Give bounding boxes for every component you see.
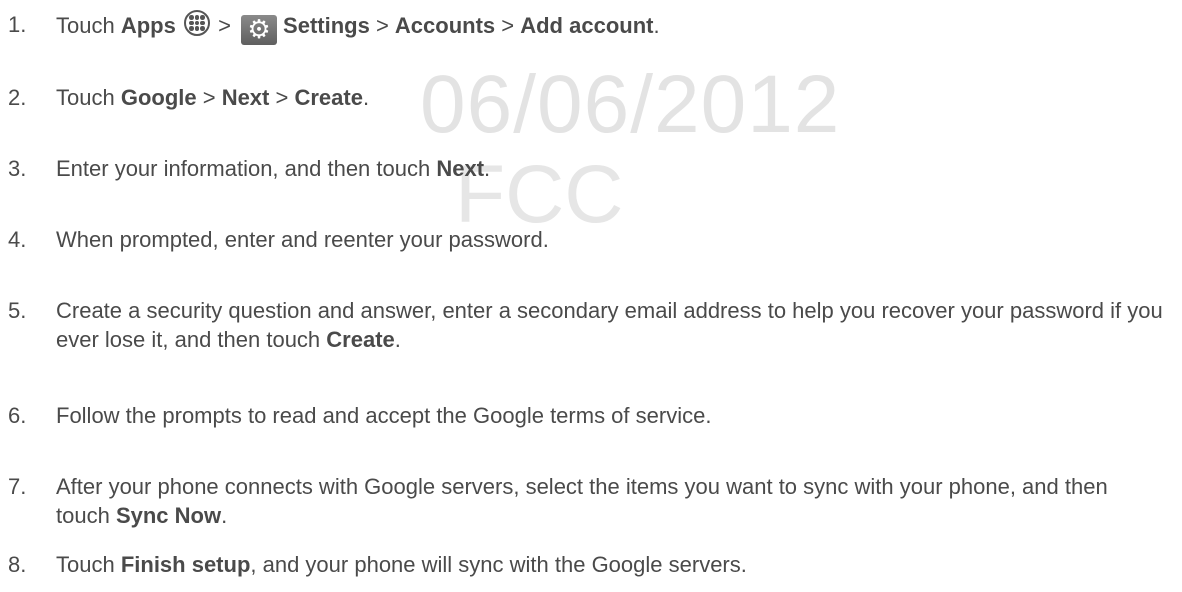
step-number: 4. bbox=[8, 227, 27, 252]
step-text: Follow the prompts to read and accept th… bbox=[56, 403, 712, 428]
add-account-label: Add account bbox=[520, 13, 654, 38]
step-number: 2. bbox=[8, 85, 27, 110]
step-number: 5. bbox=[8, 298, 27, 323]
step-text: After your phone connects with Google se… bbox=[56, 474, 1108, 528]
step-number: 1. bbox=[8, 12, 27, 37]
step-number: 6. bbox=[8, 403, 27, 428]
step-text: Touch Google > Next > Create. bbox=[56, 85, 370, 110]
step-number: 8. bbox=[8, 552, 27, 577]
step-text: Enter your information, and then touch N… bbox=[56, 156, 491, 181]
step-text: Touch Finish setup, and your phone will … bbox=[56, 552, 747, 577]
accounts-label: Accounts bbox=[394, 13, 496, 38]
apps-label: Apps bbox=[120, 13, 176, 38]
apps-grid-icon bbox=[183, 10, 210, 36]
settings-gear-icon: ⚙ bbox=[241, 15, 278, 45]
step-text: Create a security question and answer, e… bbox=[56, 298, 1163, 352]
step-text: When prompted, enter and reenter your pa… bbox=[56, 227, 549, 252]
settings-label: Settings bbox=[283, 13, 370, 38]
step-number: 7. bbox=[8, 474, 27, 499]
step-number: 3. bbox=[8, 156, 27, 181]
step-text: Touch Apps > ⚙ Settings > Accounts > Add … bbox=[56, 10, 1166, 45]
